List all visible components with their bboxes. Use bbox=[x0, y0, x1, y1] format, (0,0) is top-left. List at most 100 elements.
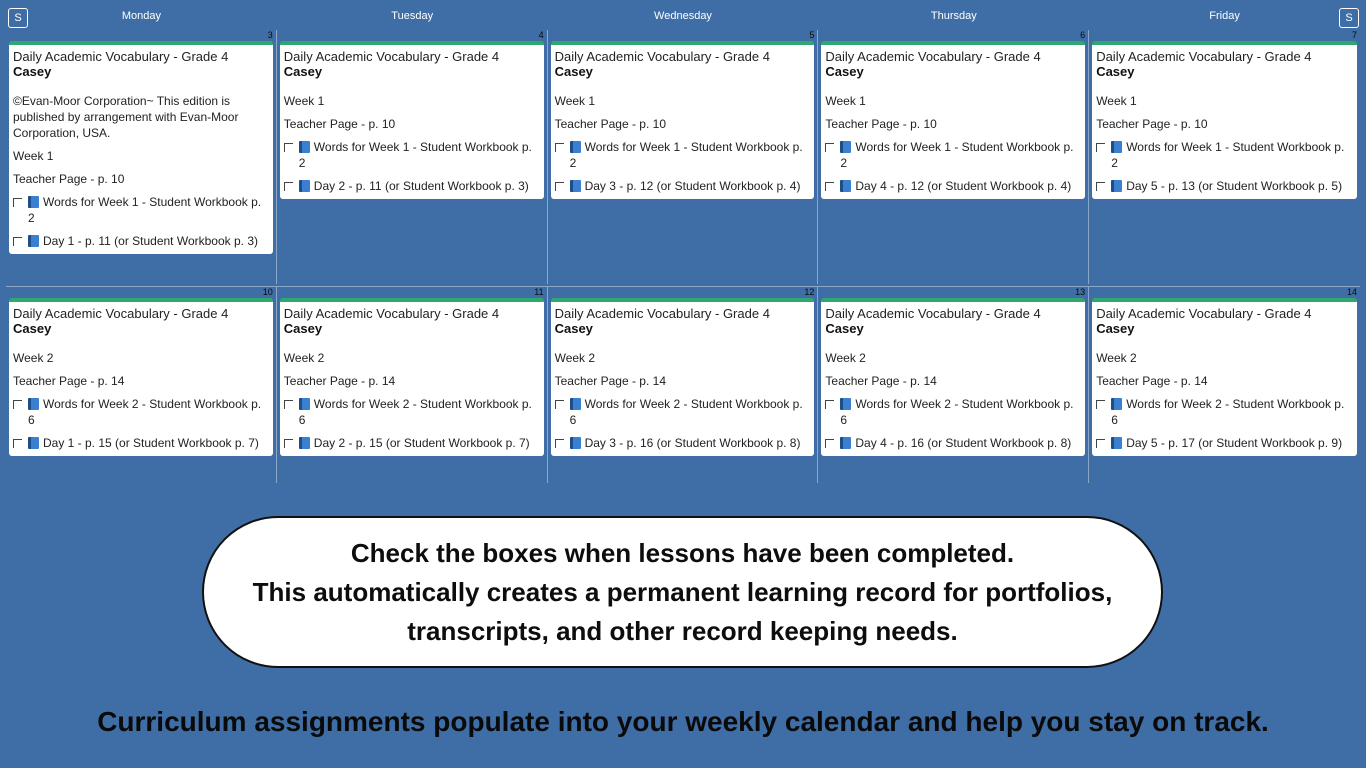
day-cell[interactable]: 13 Daily Academic Vocabulary - Grade 4 Cas… bbox=[818, 287, 1090, 483]
task-checkbox[interactable] bbox=[1096, 400, 1106, 409]
task-label[interactable]: Day 4 - p. 12 (or Student Workbook p. 4) bbox=[855, 179, 1071, 193]
task-label[interactable]: Day 2 - p. 11 (or Student Workbook p. 3) bbox=[314, 179, 529, 193]
day-cell[interactable]: 7 Daily Academic Vocabulary - Grade 4 Case… bbox=[1089, 30, 1360, 284]
task-checkbox[interactable] bbox=[825, 439, 835, 448]
day-cell[interactable]: 11 Daily Academic Vocabulary - Grade 4 Cas… bbox=[277, 287, 548, 483]
task-text[interactable]: Day 5 - p. 17 (or Student Workbook p. 9) bbox=[1111, 435, 1342, 451]
task-checkbox[interactable] bbox=[13, 439, 22, 448]
task-checkbox[interactable] bbox=[1096, 182, 1106, 191]
day-cell[interactable]: 14 Daily Academic Vocabulary - Grade 4 Cas… bbox=[1089, 287, 1360, 483]
task-checkbox[interactable] bbox=[283, 439, 293, 448]
task-label[interactable]: Words for Week 2 - Student Workbook p. 6 bbox=[1111, 397, 1344, 427]
lesson-card[interactable]: Daily Academic Vocabulary - Grade 4 Casey… bbox=[1092, 298, 1357, 456]
task-text[interactable]: Day 3 - p. 16 (or Student Workbook p. 8) bbox=[569, 435, 801, 451]
task-label[interactable]: Day 4 - p. 16 (or Student Workbook p. 8) bbox=[855, 436, 1071, 450]
task-label[interactable]: Words for Week 2 - Student Workbook p. 6 bbox=[570, 397, 803, 427]
task-text[interactable]: Words for Week 1 - Student Workbook p. 2 bbox=[840, 139, 1081, 171]
task-label[interactable]: Day 3 - p. 12 (or Student Workbook p. 4) bbox=[585, 179, 801, 193]
book-icon bbox=[569, 180, 581, 192]
task-checkbox[interactable] bbox=[283, 182, 293, 191]
task-item: Words for Week 1 - Student Workbook p. 2 bbox=[13, 194, 269, 226]
task-checkbox[interactable] bbox=[13, 237, 22, 246]
task-text[interactable]: Words for Week 1 - Student Workbook p. 2 bbox=[28, 194, 269, 226]
task-label[interactable]: Day 2 - p. 15 (or Student Workbook p. 7) bbox=[314, 436, 530, 450]
task-checkbox[interactable] bbox=[283, 400, 293, 409]
task-text[interactable]: Words for Week 2 - Student Workbook p. 6 bbox=[569, 396, 811, 428]
task-label[interactable]: Day 5 - p. 13 (or Student Workbook p. 5) bbox=[1126, 179, 1342, 193]
task-text[interactable]: Words for Week 1 - Student Workbook p. 2 bbox=[298, 139, 540, 171]
lesson-note: Teacher Page - p. 10 bbox=[554, 117, 666, 131]
task-label[interactable]: Words for Week 2 - Student Workbook p. 6 bbox=[299, 397, 532, 427]
lesson-card[interactable]: Daily Academic Vocabulary - Grade 4 Casey… bbox=[550, 41, 815, 199]
lesson-card[interactable]: Daily Academic Vocabulary - Grade 4 Casey… bbox=[9, 298, 273, 456]
task-label[interactable]: Day 3 - p. 16 (or Student Workbook p. 8) bbox=[585, 436, 801, 450]
task-text[interactable]: Day 1 - p. 11 (or Student Workbook p. 3) bbox=[28, 233, 258, 249]
task-label[interactable]: Words for Week 2 - Student Workbook p. 6 bbox=[28, 397, 261, 427]
lesson-card[interactable]: Daily Academic Vocabulary - Grade 4 Casey… bbox=[9, 41, 273, 254]
lesson-card[interactable]: Daily Academic Vocabulary - Grade 4 Casey… bbox=[279, 298, 544, 456]
task-text[interactable]: Day 3 - p. 12 (or Student Workbook p. 4) bbox=[569, 178, 801, 194]
day-cell[interactable]: 6 Daily Academic Vocabulary - Grade 4 Case… bbox=[818, 30, 1090, 284]
task-checkbox[interactable] bbox=[554, 143, 564, 152]
task-label[interactable]: Day 1 - p. 15 (or Student Workbook p. 7) bbox=[43, 436, 259, 450]
task-label[interactable]: Words for Week 1 - Student Workbook p. 2 bbox=[1111, 140, 1344, 170]
task-checkbox[interactable] bbox=[825, 143, 835, 152]
task-text[interactable]: Day 5 - p. 13 (or Student Workbook p. 5) bbox=[1111, 178, 1342, 194]
task-text[interactable]: Words for Week 2 - Student Workbook p. 6 bbox=[840, 396, 1081, 428]
day-cell[interactable]: 10 Daily Academic Vocabulary - Grade 4 Cas… bbox=[6, 287, 277, 483]
book-icon bbox=[298, 398, 310, 410]
task-text[interactable]: Day 1 - p. 15 (or Student Workbook p. 7) bbox=[28, 435, 259, 451]
task-label[interactable]: Words for Week 1 - Student Workbook p. 2 bbox=[840, 140, 1073, 170]
date-number: 4 bbox=[538, 30, 544, 40]
date-number: 3 bbox=[267, 30, 273, 40]
task-label[interactable]: Words for Week 2 - Student Workbook p. 6 bbox=[840, 397, 1073, 427]
task-label[interactable]: Words for Week 1 - Student Workbook p. 2 bbox=[570, 140, 803, 170]
task-text[interactable]: Words for Week 2 - Student Workbook p. 6 bbox=[28, 396, 269, 428]
task-text[interactable]: Day 2 - p. 11 (or Student Workbook p. 3) bbox=[298, 178, 529, 194]
task-text[interactable]: Day 4 - p. 16 (or Student Workbook p. 8) bbox=[840, 435, 1071, 451]
lesson-note: Teacher Page - p. 10 bbox=[825, 117, 937, 131]
day-header-thursday: Thursday bbox=[930, 10, 977, 22]
task-text[interactable]: Words for Week 1 - Student Workbook p. 2 bbox=[1111, 139, 1353, 171]
task-text[interactable]: Words for Week 2 - Student Workbook p. 6 bbox=[1111, 396, 1353, 428]
task-checkbox[interactable] bbox=[825, 182, 835, 191]
day-cell[interactable]: 3 Daily Academic Vocabulary - Grade 4 Case… bbox=[6, 30, 277, 284]
lesson-card[interactable]: Daily Academic Vocabulary - Grade 4 Casey… bbox=[821, 298, 1086, 456]
book-icon bbox=[298, 437, 310, 449]
task-label[interactable]: Day 5 - p. 17 (or Student Workbook p. 9) bbox=[1126, 436, 1342, 450]
lesson-card[interactable]: Daily Academic Vocabulary - Grade 4 Casey… bbox=[1092, 41, 1357, 199]
lesson-note: Week 1 bbox=[554, 94, 596, 108]
task-checkbox[interactable] bbox=[554, 400, 564, 409]
task-checkbox[interactable] bbox=[825, 400, 835, 409]
task-text[interactable]: Words for Week 2 - Student Workbook p. 6 bbox=[298, 396, 540, 428]
task-checkbox[interactable] bbox=[13, 198, 22, 207]
lesson-card[interactable]: Daily Academic Vocabulary - Grade 4 Casey… bbox=[279, 41, 544, 199]
footer-caption: Curriculum assignments populate into you… bbox=[97, 706, 1269, 737]
callout-line: This automatically creates a permanent l… bbox=[252, 576, 1113, 607]
lesson-card[interactable]: Daily Academic Vocabulary - Grade 4 Casey… bbox=[550, 298, 815, 456]
task-text[interactable]: Day 2 - p. 15 (or Student Workbook p. 7) bbox=[298, 435, 530, 451]
lesson-note: Week 2 bbox=[13, 351, 54, 365]
task-label[interactable]: Words for Week 1 - Student Workbook p. 2 bbox=[299, 140, 532, 170]
task-checkbox[interactable] bbox=[1096, 439, 1106, 448]
student-name: Casey bbox=[13, 64, 52, 79]
task-checkbox[interactable] bbox=[554, 182, 564, 191]
lesson-card[interactable]: Daily Academic Vocabulary - Grade 4 Casey… bbox=[821, 41, 1086, 199]
student-name: Casey bbox=[283, 321, 323, 336]
lesson-note: Week 1 bbox=[825, 94, 866, 108]
book-icon bbox=[28, 235, 39, 247]
task-label[interactable]: Day 1 - p. 11 (or Student Workbook p. 3) bbox=[43, 234, 258, 248]
task-item: Day 2 - p. 15 (or Student Workbook p. 7) bbox=[283, 435, 540, 451]
task-text[interactable]: Words for Week 1 - Student Workbook p. 2 bbox=[569, 139, 811, 171]
day-header-wednesday: Wednesday bbox=[654, 10, 712, 22]
task-label[interactable]: Words for Week 1 - Student Workbook p. 2 bbox=[28, 195, 261, 225]
task-checkbox[interactable] bbox=[283, 143, 293, 152]
weekly-calendar: 3 Daily Academic Vocabulary - Grade 4 Case… bbox=[6, 30, 1360, 483]
task-checkbox[interactable] bbox=[13, 400, 22, 409]
task-checkbox[interactable] bbox=[554, 439, 564, 448]
day-cell[interactable]: 4 Daily Academic Vocabulary - Grade 4 Case… bbox=[277, 30, 548, 284]
day-cell[interactable]: 12 Daily Academic Vocabulary - Grade 4 Cas… bbox=[548, 287, 819, 483]
task-checkbox[interactable] bbox=[1096, 143, 1106, 152]
day-cell[interactable]: 5 Daily Academic Vocabulary - Grade 4 Case… bbox=[548, 30, 819, 284]
task-text[interactable]: Day 4 - p. 12 (or Student Workbook p. 4) bbox=[840, 178, 1071, 194]
